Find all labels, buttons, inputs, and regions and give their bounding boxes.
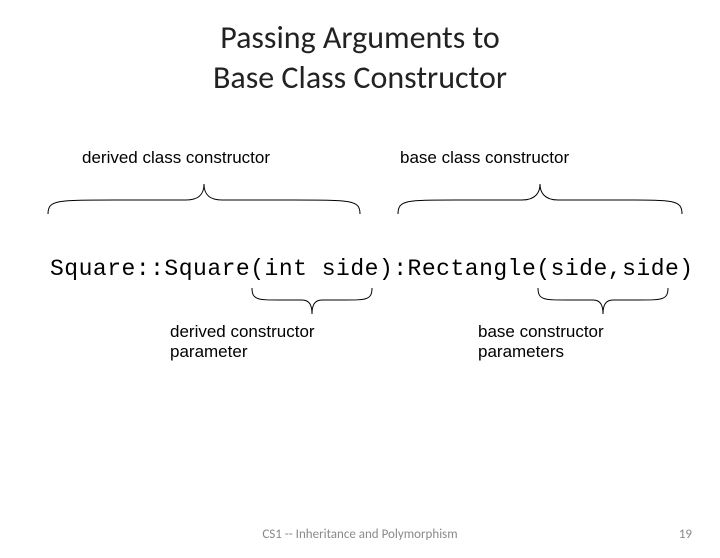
brace-base-class-constructor [396,182,684,216]
label-derived-constructor-parameter: derived constructor parameter [170,322,315,363]
brace-derived-class-constructor [46,182,362,216]
slide-title: Passing Arguments to Base Class Construc… [0,18,720,98]
title-line-1: Passing Arguments to [220,18,500,57]
diagram-area: derived class constructor base class con… [0,148,720,408]
brace-base-constructor-parameters [536,286,670,316]
label-base-class-constructor: base class constructor [400,148,569,168]
title-line-2: Base Class Constructor [213,58,507,97]
brace-derived-constructor-parameter [250,286,374,316]
label-base-constructor-parameters: base constructor parameters [478,322,604,363]
code-line: Square::Square(int side):Rectangle(side,… [50,256,694,282]
label-derived-class-constructor: derived class constructor [82,148,270,168]
